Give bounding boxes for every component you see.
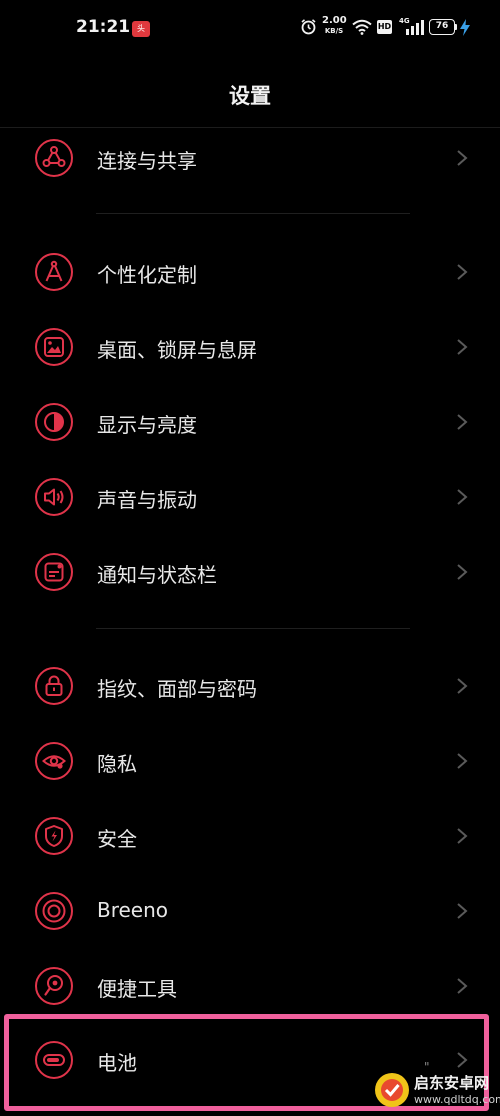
settings-item-connection-sharing[interactable]: 连接与共享 [0, 123, 500, 193]
page-title: 设置 [229, 84, 271, 108]
battery-level: 76 [429, 19, 455, 35]
settings-item-label: 个性化定制 [97, 263, 197, 287]
share-nodes-icon [34, 138, 74, 178]
settings-item-breeno[interactable]: Breeno [0, 876, 500, 946]
settings-item-label: 安全 [97, 827, 137, 851]
chevron-right-icon [455, 827, 469, 845]
lightning-bolt-icon [460, 19, 470, 40]
wifi-icon [352, 19, 372, 39]
group-divider [96, 213, 410, 214]
watermark-logo-icon [374, 1072, 410, 1108]
group-divider [96, 628, 410, 629]
status-bar: 21:21 头 2.00 KB/S HD 4G 76 [0, 0, 500, 60]
settings-item-home-lock-screen[interactable]: 桌面、锁屏与息屏 [0, 312, 500, 382]
chevron-right-icon [455, 149, 469, 167]
settings-item-label: 桌面、锁屏与息屏 [97, 338, 257, 362]
settings-item-notifications-status-bar[interactable]: 通知与状态栏 [0, 537, 500, 607]
speaker-volume-icon [34, 477, 74, 517]
watermark-name: 启东安卓网 [414, 1074, 490, 1092]
wallpaper-image-icon [34, 327, 74, 367]
settings-item-personalization[interactable]: 个性化定制 [0, 237, 500, 307]
settings-item-label: 指纹、面部与密码 [97, 677, 257, 701]
hd-voice-badge: HD [377, 20, 392, 34]
chevron-right-icon [455, 338, 469, 356]
settings-item-security[interactable]: 安全 [0, 801, 500, 871]
settings-item-label: 声音与振动 [97, 488, 197, 512]
settings-item-label: 连接与共享 [97, 149, 197, 173]
settings-item-label: 显示与亮度 [97, 413, 197, 437]
settings-item-sound-vibration[interactable]: 声音与振动 [0, 462, 500, 532]
notification-box-icon [34, 552, 74, 592]
settings-item-privacy[interactable]: 隐私 [0, 726, 500, 796]
chevron-right-icon [455, 563, 469, 581]
lock-icon [34, 666, 74, 706]
battery-tip [455, 24, 457, 30]
compass-pen-icon [34, 252, 74, 292]
watermark-url: www.qdltdq.com [414, 1093, 500, 1106]
chevron-right-icon [455, 413, 469, 431]
chevron-right-icon [455, 977, 469, 995]
brightness-contrast-icon [34, 402, 74, 442]
shield-bolt-icon [34, 816, 74, 856]
settings-item-label: 隐私 [97, 752, 137, 776]
chevron-right-icon [455, 263, 469, 281]
toutiao-app-icon: 头 [132, 21, 150, 37]
eye-privacy-icon [34, 741, 74, 781]
site-watermark: 启东安卓网 www.qdltdq.com [372, 1066, 500, 1114]
alarm-clock-icon [300, 18, 317, 39]
network-speed: 2.00 KB/S [322, 15, 347, 36]
chevron-right-icon [455, 677, 469, 695]
settings-item-label: 通知与状态栏 [97, 563, 217, 587]
signal-bars-icon [406, 20, 424, 39]
settings-item-label: 便捷工具 [97, 977, 177, 1001]
tools-icon [34, 966, 74, 1006]
settings-item-label: Breeno [97, 898, 169, 922]
status-time: 21:21 [76, 17, 131, 37]
chevron-right-icon [455, 752, 469, 770]
breeno-rings-icon [34, 891, 74, 931]
settings-item-fingerprint-face-password[interactable]: 指纹、面部与密码 [0, 651, 500, 721]
settings-item-convenience-tools[interactable]: 便捷工具 [0, 951, 500, 1021]
chevron-right-icon [455, 902, 469, 920]
settings-item-display-brightness[interactable]: 显示与亮度 [0, 387, 500, 457]
chevron-right-icon [455, 488, 469, 506]
